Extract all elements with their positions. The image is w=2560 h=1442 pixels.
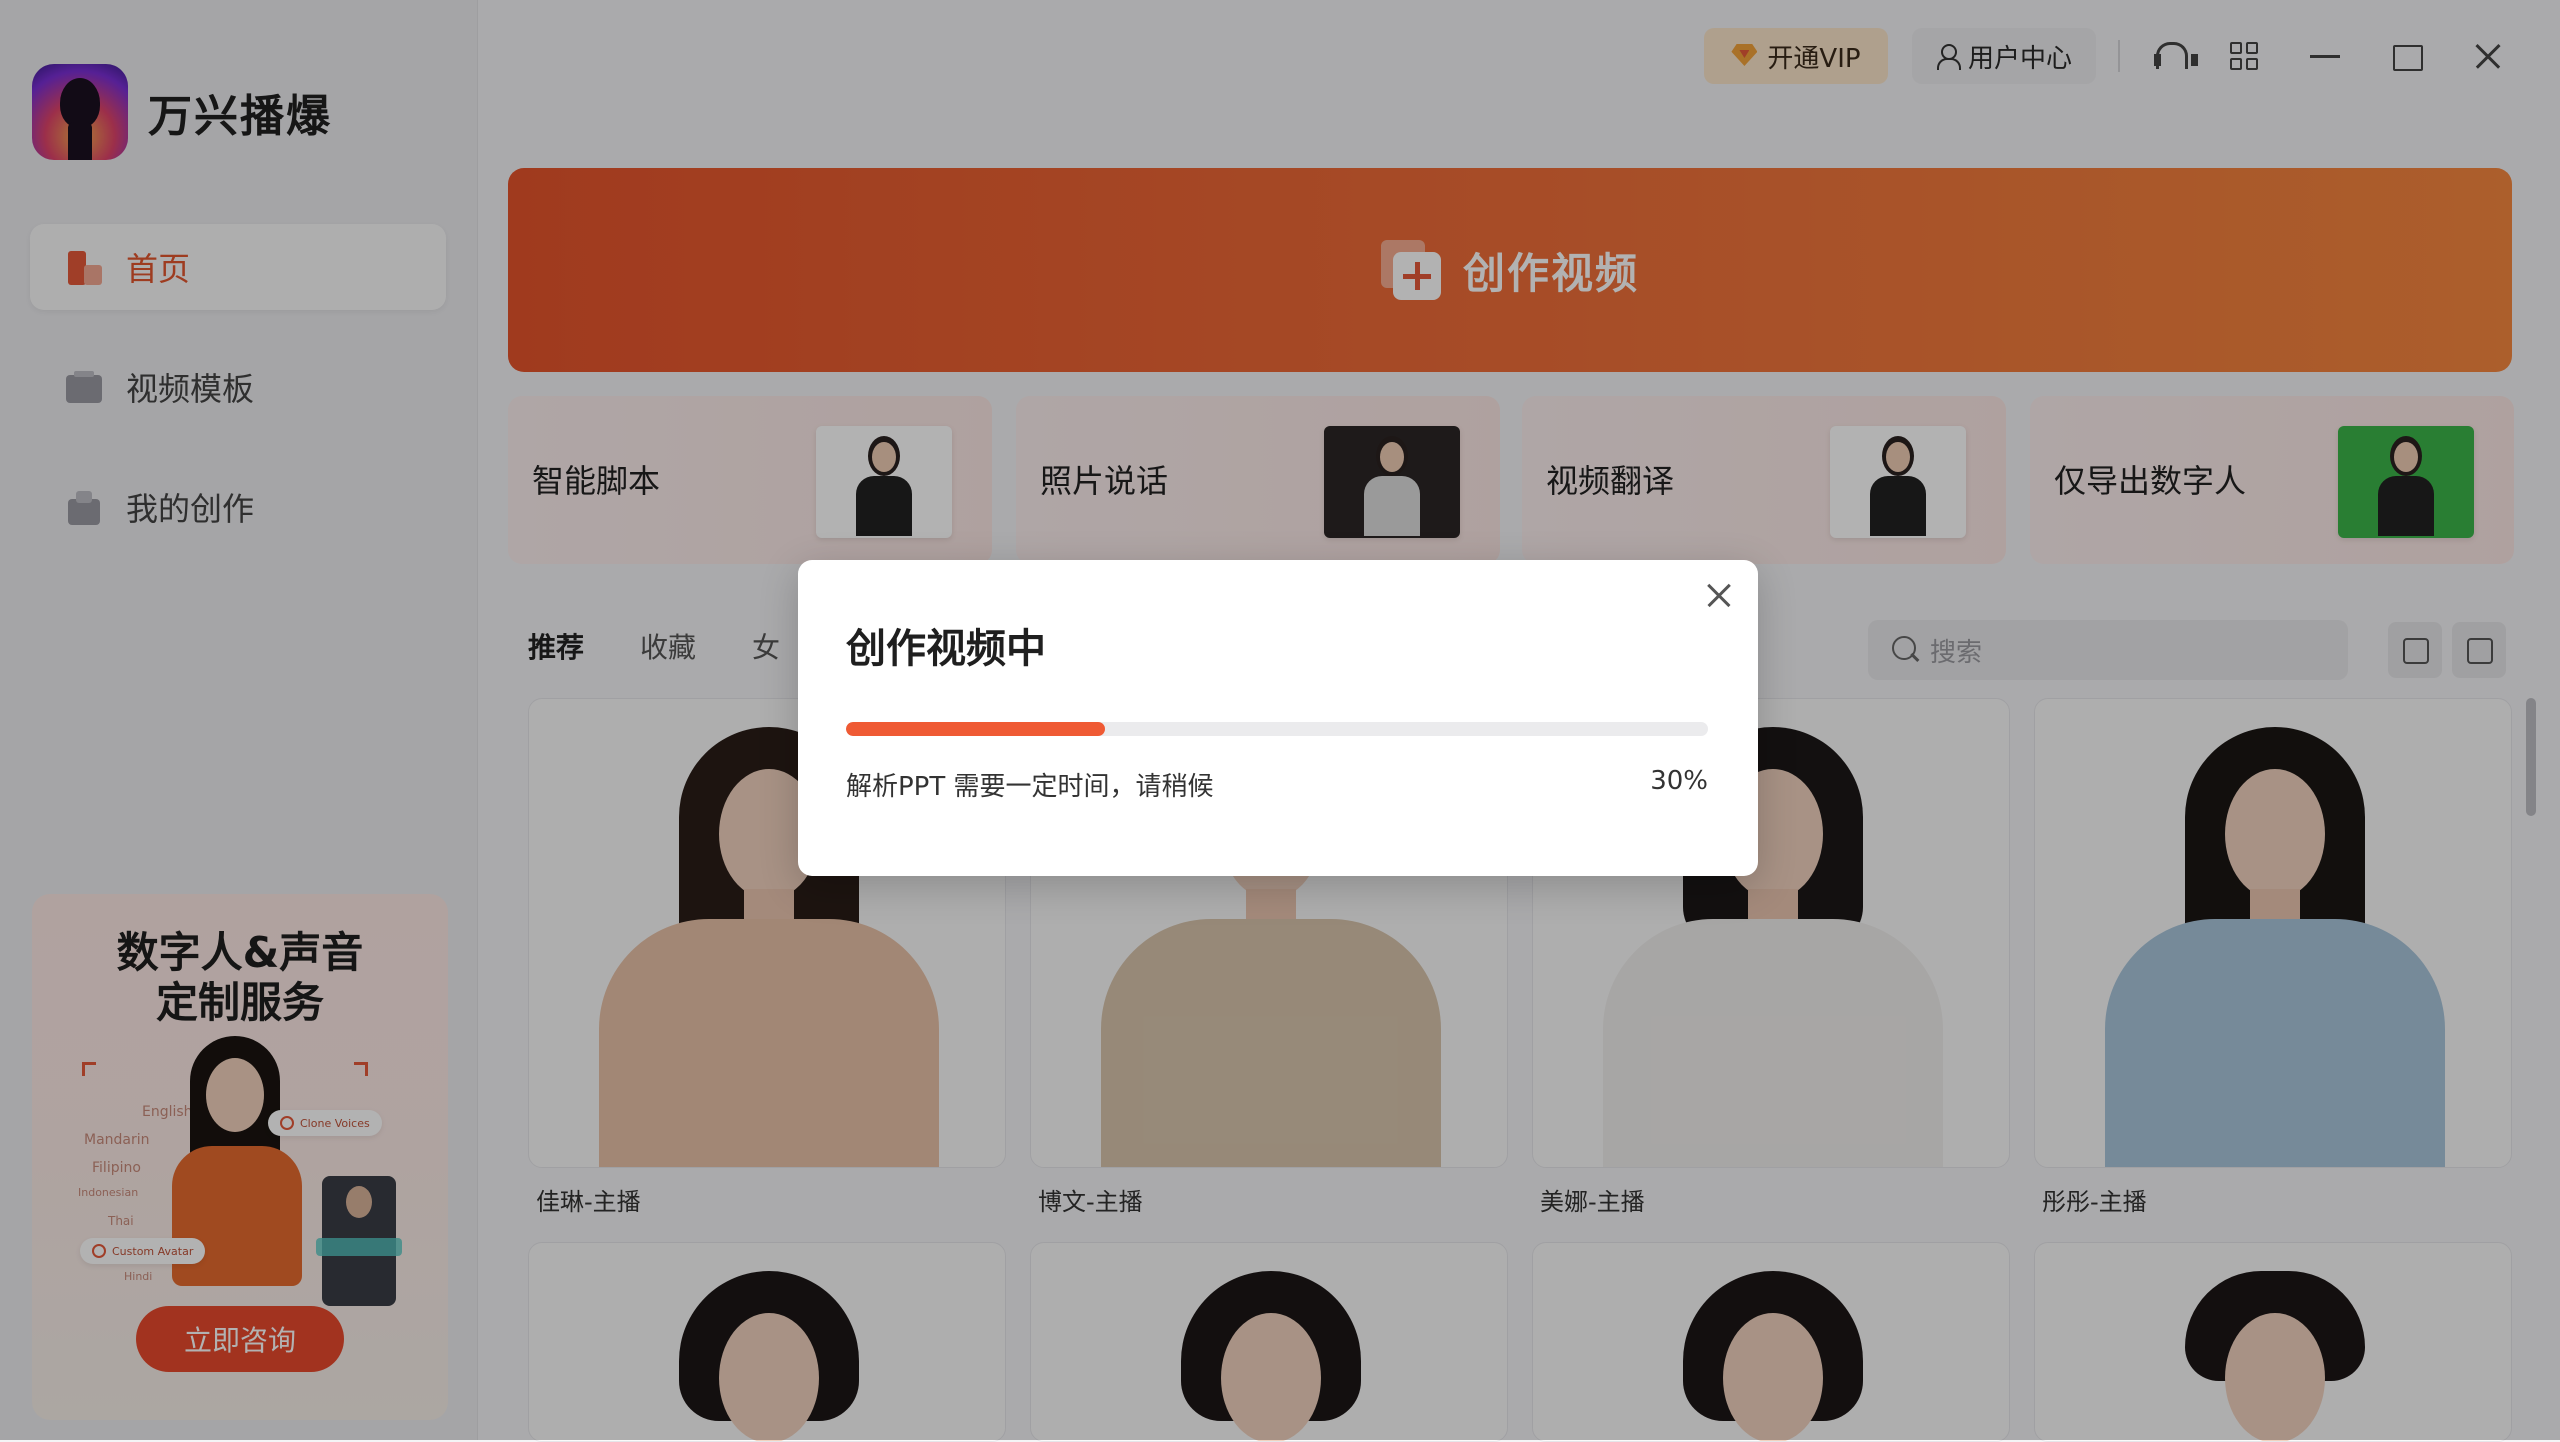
progress-percent: 30%: [1650, 766, 1708, 796]
progress-bar: [846, 722, 1708, 736]
dialog-title: 创作视频中: [846, 626, 1046, 672]
creating-video-dialog: 创作视频中 解析PPT 需要一定时间，请稍候 30%: [798, 560, 1758, 876]
progress-message: 解析PPT 需要一定时间，请稍候: [846, 772, 1214, 802]
close-icon[interactable]: [1700, 576, 1738, 614]
progress-fill: [846, 722, 1105, 736]
